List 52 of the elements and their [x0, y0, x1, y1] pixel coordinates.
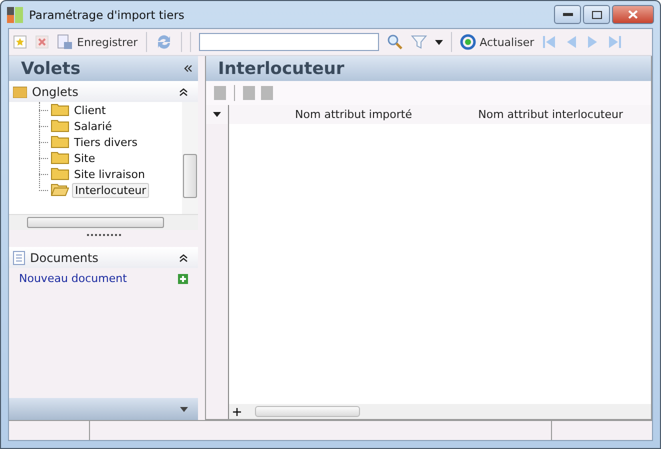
- section-header[interactable]: Onglets: [9, 81, 198, 102]
- maximize-icon: [592, 10, 602, 18]
- search-icon[interactable]: [386, 34, 403, 50]
- column-header[interactable]: Nom attribut importé: [229, 108, 440, 121]
- refresh-button[interactable]: Actualiser: [460, 34, 534, 50]
- vertical-scrollbar[interactable]: [182, 102, 198, 214]
- window-title: Paramétrage d'import tiers: [29, 8, 184, 22]
- save-icon: [57, 34, 73, 50]
- search-field[interactable]: [198, 33, 379, 51]
- new-document-icon[interactable]: [13, 35, 27, 49]
- tree-item[interactable]: Site: [72, 152, 98, 164]
- minimize-button[interactable]: [554, 5, 581, 24]
- save-button[interactable]: Enregistrer: [57, 34, 138, 50]
- folder-icon: [51, 120, 69, 132]
- document-icon: [13, 250, 25, 264]
- maximize-button[interactable]: [583, 5, 610, 24]
- filter-icon[interactable]: [410, 34, 427, 50]
- folder-icon: [51, 152, 69, 164]
- folder-icon: [51, 168, 69, 180]
- close-button[interactable]: [612, 5, 654, 24]
- tree-item[interactable]: Tiers divers: [72, 136, 140, 148]
- section-title: Documents: [30, 250, 100, 264]
- close-icon: [628, 10, 638, 19]
- horizontal-scrollbar[interactable]: [9, 214, 198, 230]
- panel-title: Volets: [21, 58, 81, 78]
- minimize-icon: [562, 12, 572, 16]
- refresh-icon: [460, 34, 476, 50]
- section-header[interactable]: Documents: [9, 247, 198, 268]
- column-header[interactable]: Nom attribut interlocuteur: [440, 108, 651, 121]
- section-title: Onglets: [32, 84, 80, 98]
- last-icon[interactable]: [608, 35, 622, 49]
- splitter-grip[interactable]: [86, 234, 120, 239]
- panel-title: Interlocuteur: [218, 58, 344, 78]
- tree-item[interactable]: Client: [72, 104, 108, 116]
- open-folder-icon: [51, 184, 69, 196]
- tree-item[interactable]: Site livraison: [72, 168, 147, 180]
- folder-icon: [13, 86, 27, 98]
- dropdown-arrow-icon[interactable]: [180, 406, 188, 412]
- chevron-icon[interactable]: [179, 254, 188, 262]
- app-icon: [7, 6, 23, 22]
- chevron-icon[interactable]: [179, 88, 188, 96]
- dropdown-arrow-icon[interactable]: [213, 112, 221, 117]
- tree-item[interactable]: Salarié: [72, 120, 114, 132]
- tree-item[interactable]: Interlocuteur: [72, 182, 150, 198]
- delete-icon[interactable]: [35, 35, 49, 49]
- add-icon[interactable]: [233, 408, 241, 416]
- first-icon[interactable]: [542, 35, 556, 49]
- folder-icon: [51, 104, 69, 116]
- collapse-icon[interactable]: [184, 65, 192, 72]
- folder-icon: [51, 136, 69, 148]
- new-document-link[interactable]: Nouveau document: [19, 272, 127, 285]
- dropdown-arrow-icon[interactable]: [434, 40, 443, 44]
